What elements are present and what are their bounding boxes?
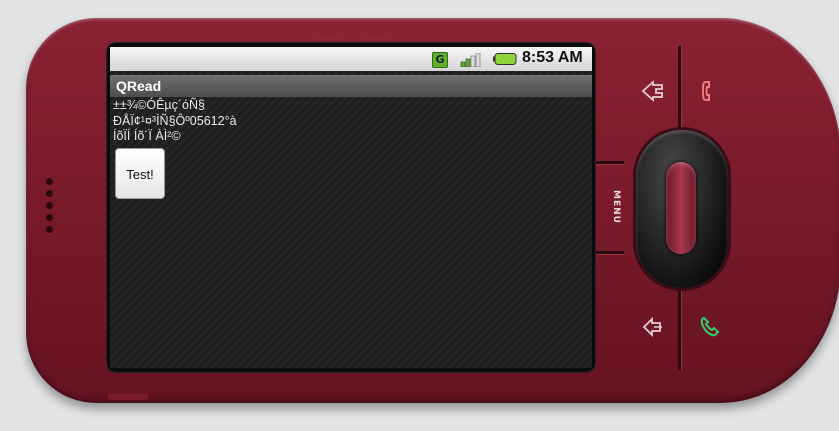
speaker-dot [46, 190, 53, 197]
text-line: ÍõÏÍ Íõ´Ï ÀÌ²© [113, 129, 181, 143]
app-content: ±±¾©ÓÊµç´óÑ§ ÐÅÏ¢¹¤³ÌÑ§Ôº05612°à ÍõÏÍ Íõ… [113, 98, 237, 145]
volume-button[interactable] [314, 34, 342, 40]
clock: 8:53 AM [522, 49, 583, 66]
menu-button[interactable]: MENU [601, 190, 621, 230]
text-line: ±±¾©ÓÊµç´óÑ§ [113, 98, 205, 112]
speaker-dot [46, 178, 53, 185]
divider [678, 290, 682, 370]
camera-button[interactable] [362, 34, 390, 40]
bottom-nub [108, 394, 148, 400]
signal-icon [460, 53, 481, 67]
test-button[interactable]: Test! [115, 148, 165, 199]
divider [678, 46, 682, 130]
text-line: ÐÅÏ¢¹¤³ÌÑ§Ôº05612°à [113, 113, 237, 128]
speaker-dot [46, 226, 53, 233]
speaker-dot [46, 214, 53, 221]
status-bar: G 8:53 AM [110, 47, 592, 71]
trackball[interactable] [666, 162, 696, 254]
end-call-icon[interactable] [697, 78, 723, 104]
divider [596, 161, 624, 165]
battery-icon [493, 53, 517, 65]
home-icon[interactable] [640, 78, 666, 104]
back-icon[interactable] [640, 314, 666, 340]
call-icon[interactable] [697, 314, 723, 340]
screen: G 8:53 AM QRead ±±¾©ÓÊµç´óÑ§ ÐÅÏ¢¹¤³ÌÑ§Ô… [110, 47, 592, 368]
app-title-bar: QRead [110, 75, 592, 97]
speaker-dot [46, 202, 53, 209]
network-g-icon: G [432, 52, 448, 68]
divider [596, 251, 624, 255]
